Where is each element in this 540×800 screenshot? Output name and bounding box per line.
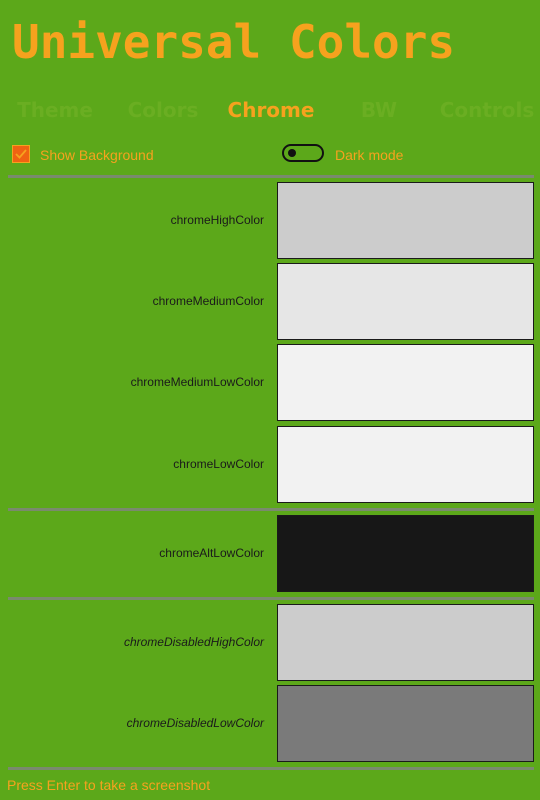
color-name: chromeLowColor	[173, 457, 264, 471]
tab-bar: Theme Colors Chrome BW Controls	[0, 94, 540, 126]
divider	[8, 175, 534, 178]
color-swatch	[277, 263, 534, 340]
color-row-chrome-medium: chromeMediumColor	[0, 263, 540, 340]
color-name: chromeHighColor	[170, 213, 264, 227]
divider	[8, 597, 534, 600]
color-row-chrome-disabled-high: chromeDisabledHighColor	[0, 604, 540, 681]
color-row-chrome-disabled-low: chromeDisabledLowColor	[0, 685, 540, 762]
color-name: chromeMediumLowColor	[130, 375, 264, 389]
color-swatch	[277, 515, 534, 592]
color-name: chromeDisabledHighColor	[123, 635, 264, 649]
tab-controls[interactable]: Controls	[440, 94, 535, 126]
color-row-chrome-high: chromeHighColor	[0, 182, 540, 259]
divider	[8, 767, 534, 770]
tab-colors[interactable]: Colors	[128, 94, 199, 126]
color-swatch	[277, 182, 534, 259]
tab-theme[interactable]: Theme	[17, 94, 93, 126]
toggle-knob	[288, 149, 296, 157]
color-row-chrome-low: chromeLowColor	[0, 426, 540, 503]
tab-bw[interactable]: BW	[361, 94, 397, 126]
color-swatch	[277, 344, 534, 421]
dark-mode-label[interactable]: Dark mode	[335, 145, 403, 165]
divider	[8, 508, 534, 511]
app-title: Universal Colors	[12, 15, 456, 69]
color-row-chrome-medium-low: chromeMediumLowColor	[0, 344, 540, 421]
checkmark-icon	[15, 149, 27, 159]
color-row-chrome-alt-low: chromeAltLowColor	[0, 515, 540, 592]
color-name: chromeMediumColor	[152, 294, 264, 308]
color-name: chromeDisabledLowColor	[126, 716, 264, 730]
show-background-checkbox[interactable]	[12, 145, 30, 163]
dark-mode-toggle[interactable]	[282, 144, 324, 162]
color-name: chromeAltLowColor	[159, 546, 264, 560]
tab-chrome[interactable]: Chrome	[228, 94, 315, 126]
status-text: Press Enter to take a screenshot	[7, 777, 211, 793]
color-swatch	[277, 685, 534, 762]
options-row: Show Background Dark mode	[0, 141, 540, 169]
color-swatch	[277, 426, 534, 503]
show-background-label[interactable]: Show Background	[40, 145, 154, 165]
color-swatch	[277, 604, 534, 681]
